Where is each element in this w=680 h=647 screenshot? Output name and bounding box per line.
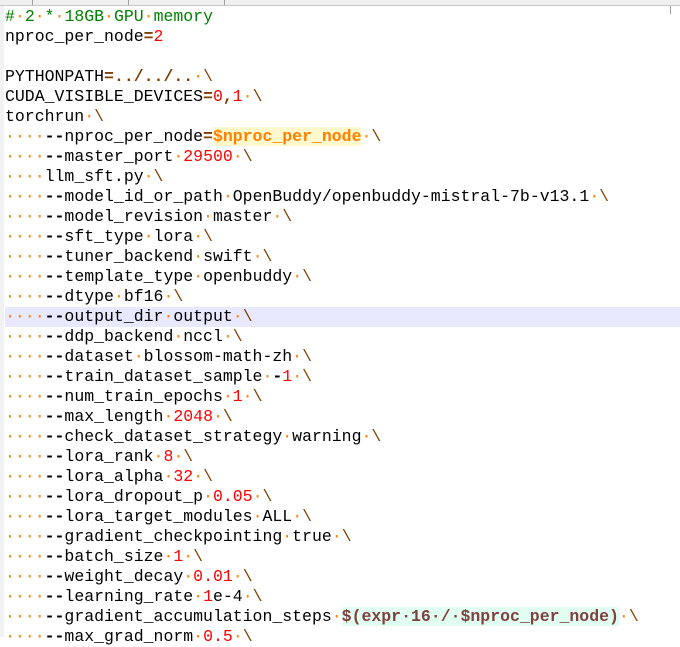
code-line[interactable]: ····--output_dir·output·\: [5, 307, 680, 327]
code-line[interactable]: [5, 47, 680, 67]
code-line[interactable]: ····--dtype·bf16·\: [5, 287, 680, 307]
tab-bar: [0, 0, 680, 6]
code-line[interactable]: ····--dataset·blossom-math-zh·\: [5, 347, 680, 367]
code-line[interactable]: ····--num_train_epochs·1·\: [5, 387, 680, 407]
code-line[interactable]: ····--ddp_backend·nccl·\: [5, 327, 680, 347]
code-line[interactable]: ····--lora_alpha·32·\: [5, 467, 680, 487]
code-line[interactable]: #·2·*·18GB·GPU·memory: [5, 7, 680, 27]
editor-gutter: [0, 6, 4, 637]
code-line[interactable]: ····--max_length·2048·\: [5, 407, 680, 427]
code-line[interactable]: ····--master_port·29500·\: [5, 147, 680, 167]
code-line[interactable]: ····--max_grad_norm·0.5·\: [5, 627, 680, 647]
code-line[interactable]: PYTHONPATH=../../..·\: [5, 67, 680, 87]
code-line[interactable]: ····--model_revision·master·\: [5, 207, 680, 227]
code-line[interactable]: ····--model_id_or_path·OpenBuddy/openbud…: [5, 187, 680, 207]
code-line[interactable]: ····--weight_decay·0.01·\: [5, 567, 680, 587]
code-line[interactable]: ····--train_dataset_sample·-1·\: [5, 367, 680, 387]
code-line[interactable]: CUDA_VISIBLE_DEVICES=0,1·\: [5, 87, 680, 107]
code-editor[interactable]: #·2·*·18GB·GPU·memory nproc_per_node=2 PYT…: [5, 7, 680, 647]
code-line[interactable]: ····--learning_rate·1e-4·\: [5, 587, 680, 607]
code-line[interactable]: torchrun·\: [5, 107, 680, 127]
code-line[interactable]: nproc_per_node=2: [5, 27, 680, 47]
code-line[interactable]: ····--lora_target_modules·ALL·\: [5, 507, 680, 527]
code-line[interactable]: ····--nproc_per_node=$nproc_per_node·\: [5, 127, 680, 147]
code-line[interactable]: ····--gradient_accumulation_steps·$(expr…: [5, 607, 680, 627]
code-line[interactable]: ····--batch_size·1·\: [5, 547, 680, 567]
code-line[interactable]: ····--template_type·openbuddy·\: [5, 267, 680, 287]
code-line[interactable]: ····--lora_rank·8·\: [5, 447, 680, 467]
code-line[interactable]: ····--check_dataset_strategy·warning·\: [5, 427, 680, 447]
code-line[interactable]: ····--sft_type·lora·\: [5, 227, 680, 247]
code-line[interactable]: ····llm_sft.py·\: [5, 167, 680, 187]
code-line[interactable]: ····--gradient_checkpointing·true·\: [5, 527, 680, 547]
code-line[interactable]: ····--tuner_backend·swift·\: [5, 247, 680, 267]
code-line[interactable]: ····--lora_dropout_p·0.05·\: [5, 487, 680, 507]
